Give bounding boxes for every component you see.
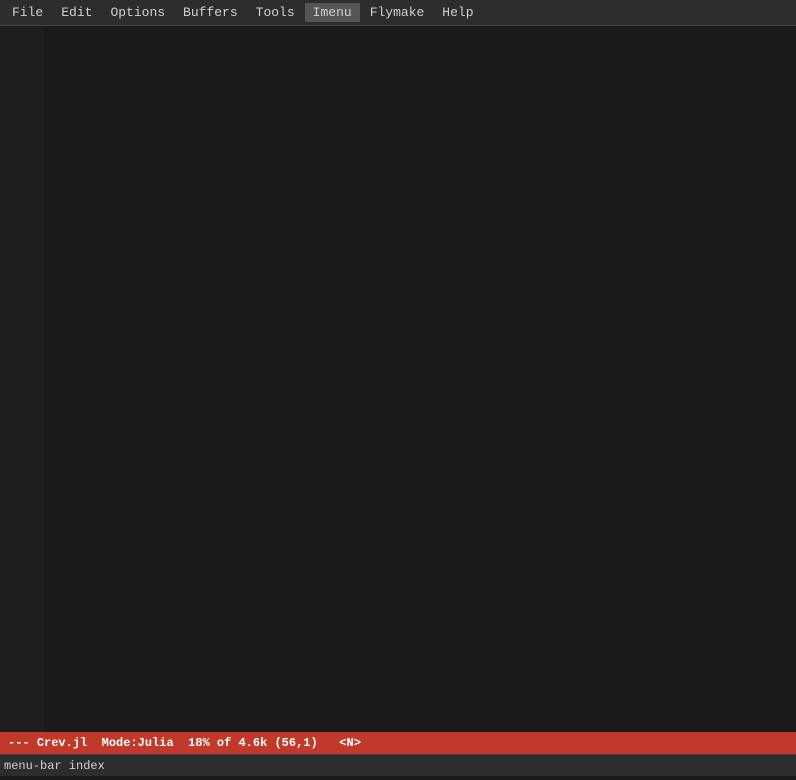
status-filename [30,736,37,750]
status-extra [318,736,340,750]
status-mode [87,736,101,750]
status-position [174,736,188,750]
menu-buffers[interactable]: Buffers [175,3,246,22]
status-bar: --- Crev.jl Mode:Julia 18% of 4.6k (56,1… [0,732,796,754]
menu-edit[interactable]: Edit [53,3,100,22]
menu-flymake[interactable]: Flymake [362,3,433,22]
status-mode-indicator: --- [8,736,30,750]
menu-tools[interactable]: Tools [248,3,303,22]
menu-options[interactable]: Options [102,3,173,22]
menu-help[interactable]: Help [434,3,481,22]
status-filename-text: Crev.jl [37,736,87,750]
status-mode-text: Mode:Julia [102,736,174,750]
menu-bar: File Edit Options Buffers Tools Imenu Fl… [0,0,796,26]
mini-bar-text: menu-bar index [4,759,105,773]
status-position-text: 18% of 4.6k (56,1) [188,736,318,750]
menu-file[interactable]: File [4,3,51,22]
editor-area [0,26,796,732]
left-gutter-bar [0,26,8,732]
mini-bar: menu-bar index [0,754,796,776]
line-numbers [8,26,44,732]
menu-imenu[interactable]: Imenu [305,3,360,22]
status-extra-text: <N> [339,736,361,750]
code-editor[interactable] [44,26,796,732]
